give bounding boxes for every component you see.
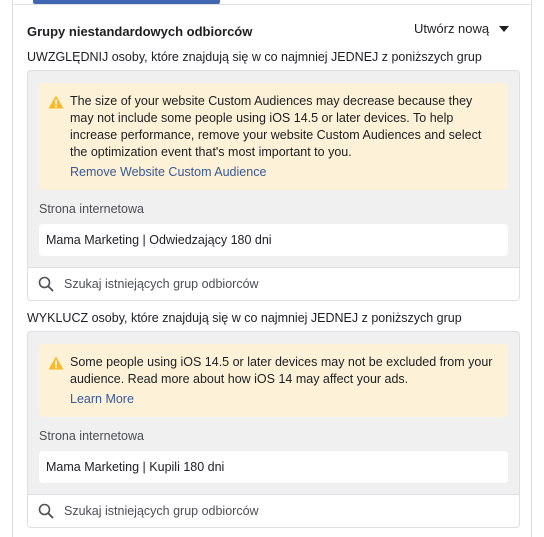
tab-divider [12,4,532,5]
exclude-audience-item[interactable]: Mama Marketing | Kupili 180 dni [39,451,508,483]
include-search[interactable] [27,267,520,301]
include-source-label: Strona internetowa [39,202,144,216]
exclude-warning-text: Some people using iOS 14.5 or later devi… [70,355,493,386]
caret-down-icon [499,25,510,32]
learn-more-link[interactable]: Learn More [70,392,134,406]
create-new-label: Utwórz nową [414,20,490,36]
search-icon [38,503,54,519]
create-new-dropdown[interactable]: Utwórz nową [414,19,510,37]
remove-website-audience-link[interactable]: Remove Website Custom Audience [70,165,266,179]
include-heading: UWZGLĘDNIJ osoby, które znajdują się w c… [27,50,482,64]
exclude-search-input[interactable] [62,503,486,519]
exclude-heading: WYKLUCZ osoby, które znajdują się w co n… [27,311,462,325]
include-audience-item[interactable]: Mama Marketing | Odwiedzający 180 dni [39,224,508,256]
exclude-warning: Some people using iOS 14.5 or later devi… [39,344,508,417]
warning-icon [48,356,64,370]
section-title: Grupy niestandardowych odbiorców [27,24,253,39]
search-icon [38,276,54,292]
include-search-input[interactable] [62,276,486,292]
include-warning: The size of your website Custom Audience… [39,83,508,190]
exclude-source-label: Strona internetowa [39,429,144,443]
exclude-group-box: Some people using iOS 14.5 or later devi… [27,331,520,495]
include-warning-text: The size of your website Custom Audience… [70,94,482,159]
warning-icon [48,95,64,109]
include-group-box: The size of your website Custom Audience… [27,70,520,268]
exclude-search[interactable] [27,494,520,528]
